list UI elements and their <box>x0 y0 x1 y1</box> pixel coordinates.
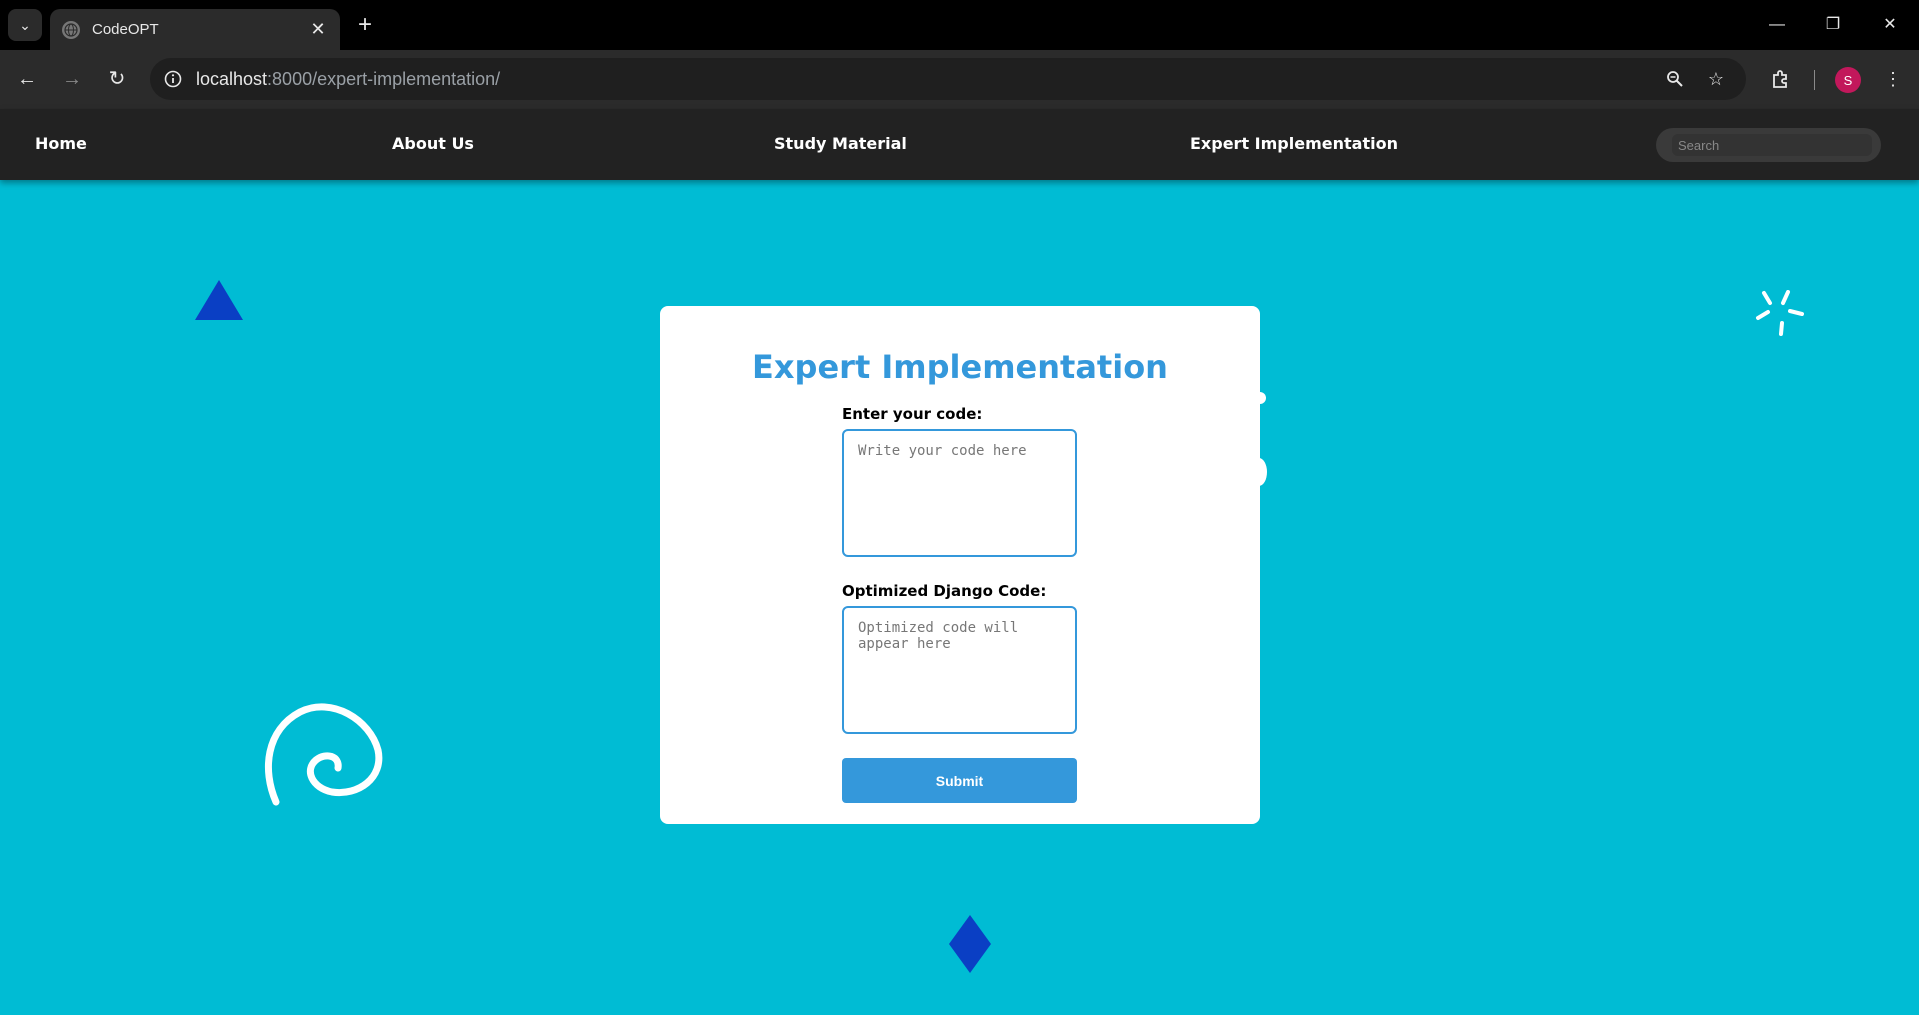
nav-study-material[interactable]: Study Material <box>774 134 907 153</box>
tab-title: CodeOPT <box>92 21 159 38</box>
tab-search-button[interactable]: ⌄ <box>8 9 42 41</box>
chevron-down-icon: ⌄ <box>19 16 31 33</box>
optimized-code-label: Optimized Django Code: <box>842 582 1047 600</box>
nav-about-us[interactable]: About Us <box>392 134 474 153</box>
zoom-icon[interactable] <box>1662 66 1688 92</box>
browser-tab[interactable]: CodeOPT ✕ <box>50 9 340 50</box>
reload-icon[interactable]: ↻ <box>102 64 132 94</box>
extensions-icon[interactable] <box>1766 64 1796 94</box>
restore-button[interactable]: ❐ <box>1818 10 1848 40</box>
new-tab-button[interactable]: + <box>352 12 378 38</box>
minimize-button[interactable]: — <box>1762 10 1792 40</box>
sparkle-decoration <box>1756 290 1804 336</box>
page-title: Expert Implementation <box>752 348 1168 386</box>
bookmark-star-icon[interactable]: ☆ <box>1703 66 1729 92</box>
code-input-textarea[interactable] <box>842 429 1077 557</box>
nav-home[interactable]: Home <box>35 134 87 153</box>
code-input-label: Enter your code: <box>842 405 983 423</box>
nav-expert-implementation[interactable]: Expert Implementation <box>1190 134 1398 153</box>
info-icon[interactable] <box>160 66 186 92</box>
search-input[interactable] <box>1672 134 1872 156</box>
back-icon[interactable]: ← <box>12 64 42 94</box>
forward-icon[interactable]: → <box>57 64 87 94</box>
window-close-button[interactable]: ✕ <box>1875 10 1905 40</box>
globe-icon <box>62 20 80 39</box>
site-navbar: Home About Us Study Material Expert Impl… <box>0 109 1919 180</box>
search-box <box>1656 128 1881 162</box>
more-menu-icon[interactable]: ⋮ <box>1878 64 1908 94</box>
optimized-code-textarea[interactable] <box>842 606 1077 734</box>
expert-implementation-card: Expert Implementation Enter your code: O… <box>660 306 1260 824</box>
close-icon[interactable]: ✕ <box>308 19 328 40</box>
spiral-decoration <box>264 703 383 806</box>
browser-toolbar: ← → ↻ localhost:8000/expert-implementati… <box>0 50 1919 109</box>
toolbar-divider <box>1814 70 1815 90</box>
triangle-decoration <box>195 280 243 320</box>
browser-tabbar: ⌄ CodeOPT ✕ + — ❐ ✕ <box>0 0 1919 50</box>
profile-avatar[interactable]: S <box>1835 67 1861 93</box>
url-text: localhost:8000/expert-implementation/ <box>196 68 501 89</box>
submit-button[interactable]: Submit <box>842 758 1077 803</box>
diamond-decoration <box>949 915 991 973</box>
address-bar[interactable]: localhost:8000/expert-implementation/ ☆ <box>150 58 1746 100</box>
